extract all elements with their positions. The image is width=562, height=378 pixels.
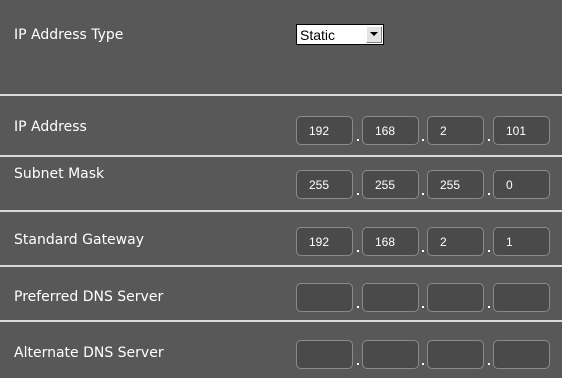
ip-address-octet-4[interactable]: 101: [493, 116, 550, 145]
octet-separator-dot: [488, 139, 490, 141]
ip-address-type-select[interactable]: Static: [296, 24, 384, 45]
alternate-dns-label: Alternate DNS Server: [14, 345, 164, 361]
gateway-octet-3[interactable]: 2: [427, 227, 484, 256]
gateway-octet-1[interactable]: 192: [296, 227, 353, 256]
ip-address-type-value: Static: [300, 27, 336, 43]
ip-address-label: IP Address: [14, 119, 87, 135]
octet-separator-dot: [488, 306, 490, 308]
subnet-mask-octet-3[interactable]: 255: [427, 170, 484, 199]
gateway-octet-2[interactable]: 168: [362, 227, 419, 256]
ip-address-row: IP Address 192 168 2 101: [0, 96, 562, 155]
octet-separator-dot: [422, 363, 424, 365]
preferred-dns-label: Preferred DNS Server: [14, 289, 164, 305]
network-settings-panel: IP Address Type Static IP Address 192 16…: [0, 0, 562, 378]
chevron-down-icon: [370, 32, 378, 36]
octet-separator-dot: [357, 250, 359, 252]
octet-separator-dot: [488, 363, 490, 365]
alternate-dns-row: Alternate DNS Server: [0, 322, 562, 378]
preferred-dns-octet-4[interactable]: [493, 283, 550, 312]
ip-address-octet-1[interactable]: 192: [296, 116, 353, 145]
octet-separator-dot: [488, 250, 490, 252]
subnet-mask-octet-4[interactable]: 0: [493, 170, 550, 199]
preferred-dns-octet-3[interactable]: [427, 283, 484, 312]
alternate-dns-octet-2[interactable]: [362, 340, 419, 369]
octet-separator-dot: [488, 193, 490, 195]
standard-gateway-label: Standard Gateway: [14, 232, 144, 248]
subnet-mask-octet-2[interactable]: 255: [362, 170, 419, 199]
octet-separator-dot: [357, 363, 359, 365]
octet-separator-dot: [422, 193, 424, 195]
ip-address-octet-3[interactable]: 2: [427, 116, 484, 145]
preferred-dns-octet-1[interactable]: [296, 283, 353, 312]
standard-gateway-row: Standard Gateway 192 168 2 1: [0, 212, 562, 265]
subnet-mask-row: Subnet Mask 255 255 255 0: [0, 157, 562, 210]
preferred-dns-row: Preferred DNS Server: [0, 267, 562, 320]
subnet-mask-label: Subnet Mask: [14, 166, 105, 182]
octet-separator-dot: [357, 306, 359, 308]
ip-address-type-row: IP Address Type Static: [0, 0, 562, 94]
dropdown-arrow-button[interactable]: [366, 26, 382, 43]
preferred-dns-octet-2[interactable]: [362, 283, 419, 312]
octet-separator-dot: [422, 250, 424, 252]
ip-address-type-label: IP Address Type: [14, 27, 124, 43]
alternate-dns-octet-1[interactable]: [296, 340, 353, 369]
subnet-mask-octet-1[interactable]: 255: [296, 170, 353, 199]
ip-address-octet-2[interactable]: 168: [362, 116, 419, 145]
octet-separator-dot: [357, 139, 359, 141]
octet-separator-dot: [422, 139, 424, 141]
alternate-dns-octet-3[interactable]: [427, 340, 484, 369]
alternate-dns-octet-4[interactable]: [493, 340, 550, 369]
octet-separator-dot: [357, 193, 359, 195]
gateway-octet-4[interactable]: 1: [493, 227, 550, 256]
octet-separator-dot: [422, 306, 424, 308]
